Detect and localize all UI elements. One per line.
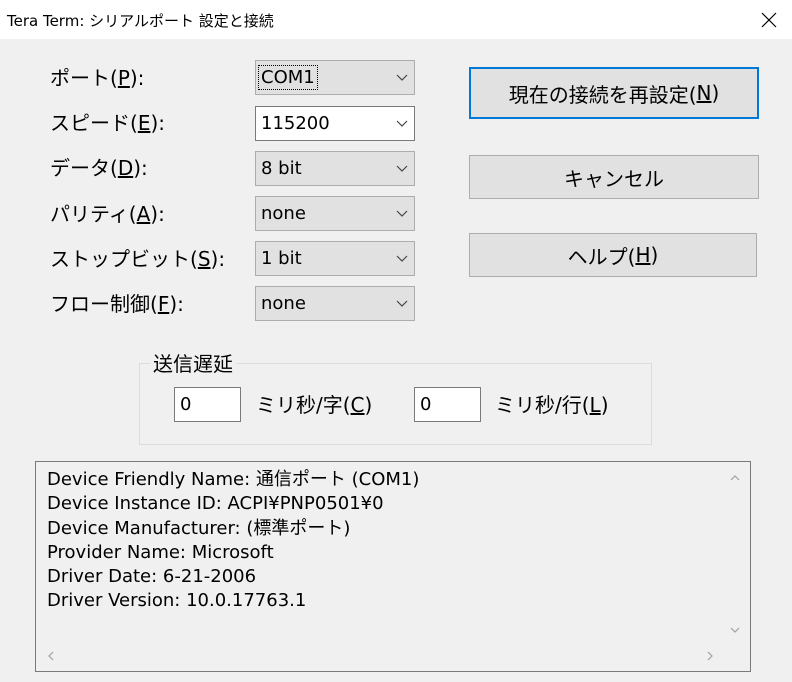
help-label: ヘルプ( bbox=[567, 244, 636, 269]
close-icon bbox=[761, 12, 777, 27]
chevron-down-icon bbox=[396, 165, 408, 172]
char-delay-label: ミリ秒/字(C) bbox=[256, 393, 373, 417]
flow-control-select[interactable]: none bbox=[255, 286, 415, 321]
speed-value: 115200 bbox=[261, 113, 330, 134]
chevron-down-icon bbox=[396, 120, 408, 127]
stop-bits-value: 1 bit bbox=[261, 248, 302, 269]
line-delay-label: ミリ秒/行(L) bbox=[495, 393, 609, 417]
char-delay-input[interactable]: 0 bbox=[174, 387, 241, 422]
chevron-down-icon bbox=[396, 300, 408, 307]
cancel-button[interactable]: キャンセル bbox=[469, 155, 759, 199]
device-info-box[interactable]: Device Friendly Name: 通信ポート (COM1) Devic… bbox=[35, 461, 751, 672]
parity-value: none bbox=[261, 203, 306, 224]
parity-label: パリティ(A): bbox=[50, 202, 165, 226]
data-bits-label: データ(D): bbox=[50, 156, 148, 180]
line-delay-value: 0 bbox=[420, 394, 432, 415]
parity-select[interactable]: none bbox=[255, 196, 415, 231]
chevron-up-icon[interactable] bbox=[729, 472, 741, 484]
reconnect-label: 現在の接続を再設定( bbox=[508, 82, 697, 107]
title-bar: Tera Term: シリアルポート 設定と接続 bbox=[0, 0, 792, 39]
chevron-right-icon[interactable] bbox=[704, 650, 716, 662]
port-select[interactable]: COM1 bbox=[255, 60, 415, 95]
cancel-label: キャンセル bbox=[564, 166, 664, 191]
line-delay-input[interactable]: 0 bbox=[414, 387, 481, 422]
close-button[interactable] bbox=[746, 0, 792, 39]
port-label: ポート(P): bbox=[50, 66, 145, 90]
transmit-delay-title: 送信遅延 bbox=[150, 352, 236, 376]
reconnect-button[interactable]: 現在の接続を再設定(N) bbox=[469, 67, 759, 119]
speed-select[interactable]: 115200 bbox=[255, 106, 415, 141]
data-bits-value: 8 bit bbox=[261, 158, 302, 179]
port-value: COM1 bbox=[258, 65, 318, 90]
speed-label: スピード(E): bbox=[50, 111, 165, 135]
info-line: Device Manufacturer: (標準ポート) bbox=[47, 517, 351, 539]
flow-control-label: フロー制御(F): bbox=[50, 292, 184, 316]
info-line: Device Instance ID: ACPI¥PNP0501¥0 bbox=[47, 493, 384, 515]
stop-bits-label: ストップビット(S): bbox=[50, 247, 226, 271]
chevron-down-icon[interactable] bbox=[729, 624, 741, 636]
flow-control-value: none bbox=[261, 293, 306, 314]
help-suffix: ) bbox=[650, 243, 659, 267]
info-line: Device Friendly Name: 通信ポート (COM1) bbox=[47, 469, 420, 490]
help-button[interactable]: ヘルプ(H) bbox=[469, 233, 757, 277]
device-info-text: Device Friendly Name: 通信ポート (COM1) Devic… bbox=[47, 468, 419, 614]
chevron-down-icon bbox=[396, 210, 408, 217]
chevron-down-icon bbox=[396, 74, 408, 81]
data-bits-select[interactable]: 8 bit bbox=[255, 151, 415, 186]
reconnect-key: N bbox=[696, 81, 712, 105]
stop-bits-select[interactable]: 1 bit bbox=[255, 241, 415, 276]
char-delay-value: 0 bbox=[180, 394, 192, 415]
chevron-down-icon bbox=[396, 255, 408, 262]
window-title: Tera Term: シリアルポート 設定と接続 bbox=[7, 12, 274, 30]
chevron-left-icon[interactable] bbox=[45, 650, 57, 662]
info-line: Driver Version: 10.0.17763.1 bbox=[47, 590, 307, 612]
info-line: Provider Name: Microsoft bbox=[47, 541, 274, 563]
info-line: Driver Date: 6-21-2006 bbox=[47, 566, 257, 588]
reconnect-suffix: ) bbox=[711, 81, 720, 105]
help-key: H bbox=[635, 243, 651, 267]
